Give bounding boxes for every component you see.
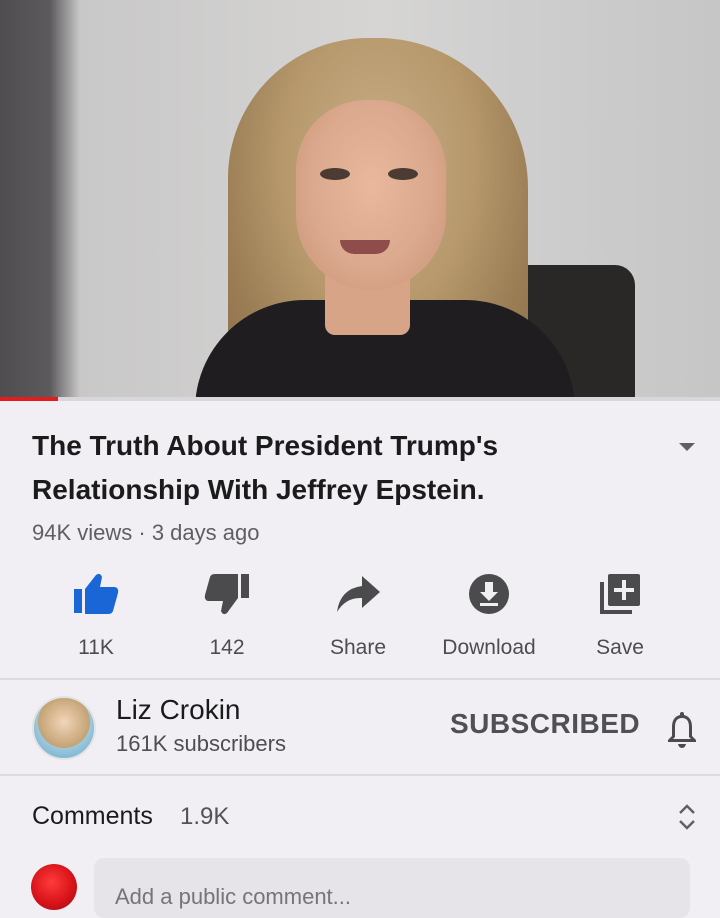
speaker-face xyxy=(296,100,446,290)
thumbs-down-icon xyxy=(204,574,249,615)
action-bar: 11K 142 Share Download Save xyxy=(30,570,690,660)
download-label: Download xyxy=(442,636,536,659)
video-title-block[interactable]: The Truth About President Trump's Relati… xyxy=(32,424,652,512)
video-meta: 94K views · 3 days ago xyxy=(32,520,260,545)
expand-collapse-icon[interactable] xyxy=(676,802,698,832)
bell-icon[interactable] xyxy=(664,708,700,748)
like-count: 11K xyxy=(78,636,114,659)
speaker-eye-right xyxy=(388,168,418,180)
download-button[interactable]: Download xyxy=(429,570,549,660)
subscribed-button[interactable]: SUBSCRIBED xyxy=(450,708,640,740)
save-label: Save xyxy=(596,636,644,659)
speaker-eye-left xyxy=(320,168,350,180)
save-button[interactable]: Save xyxy=(560,570,680,660)
video-title: The Truth About President Trump's Relati… xyxy=(32,430,499,505)
like-button[interactable]: 11K xyxy=(36,570,156,660)
channel-name[interactable]: Liz Crokin xyxy=(116,694,240,726)
chevron-down-icon[interactable] xyxy=(676,440,698,454)
video-progress-bar[interactable] xyxy=(0,397,720,401)
download-icon xyxy=(469,574,509,614)
save-playlist-icon xyxy=(600,574,640,614)
speaker-mouth xyxy=(340,240,390,254)
dislike-count: 142 xyxy=(209,636,245,659)
comment-input[interactable] xyxy=(94,858,690,918)
thumbs-up-icon xyxy=(74,573,119,614)
dislike-button[interactable]: 142 xyxy=(167,570,287,660)
comments-heading[interactable]: Comments xyxy=(32,802,153,831)
channel-subscriber-count: 161K subscribers xyxy=(116,731,286,756)
share-icon xyxy=(337,576,380,612)
video-player[interactable] xyxy=(0,0,720,400)
channel-avatar[interactable] xyxy=(32,696,96,760)
comments-count: 1.9K xyxy=(180,803,230,830)
share-label: Share xyxy=(329,636,387,659)
divider xyxy=(0,774,720,776)
user-avatar[interactable] xyxy=(31,864,77,910)
share-button[interactable]: Share xyxy=(298,570,418,660)
divider xyxy=(0,678,720,680)
video-progress-fill xyxy=(0,397,58,401)
